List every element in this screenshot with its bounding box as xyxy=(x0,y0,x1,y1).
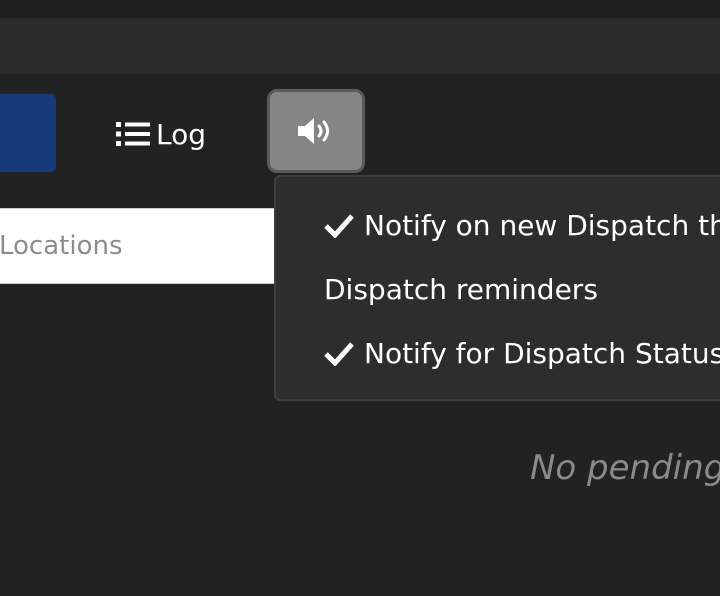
list-icon xyxy=(116,122,150,146)
log-label: Log xyxy=(156,117,207,151)
menu-item-label: Notify for Dispatch Status xyxy=(364,336,720,370)
app-window: Log Notify on new Dispatch th Dispatch r… xyxy=(0,0,720,596)
menu-item-label: Notify on new Dispatch th xyxy=(364,208,720,242)
check-icon xyxy=(324,214,354,238)
top-strip xyxy=(0,0,720,18)
sound-settings-button[interactable] xyxy=(267,89,365,173)
locations-search-input[interactable] xyxy=(0,208,280,284)
empty-state-message: No pending xyxy=(530,448,720,488)
menu-item-notify-dispatch-status[interactable]: Notify for Dispatch Status xyxy=(324,325,720,381)
check-icon xyxy=(324,342,354,366)
menu-item-dispatch-reminders[interactable]: Dispatch reminders xyxy=(324,261,598,317)
menu-item-label: Dispatch reminders xyxy=(324,272,598,306)
navbar xyxy=(0,18,720,74)
primary-button[interactable] xyxy=(0,94,56,172)
volume-up-icon xyxy=(298,118,329,144)
notifications-dropdown-menu: Notify on new Dispatch th Dispatch remin… xyxy=(274,175,720,401)
menu-item-notify-new-dispatch[interactable]: Notify on new Dispatch th xyxy=(324,197,720,253)
log-button[interactable]: Log xyxy=(116,108,206,160)
